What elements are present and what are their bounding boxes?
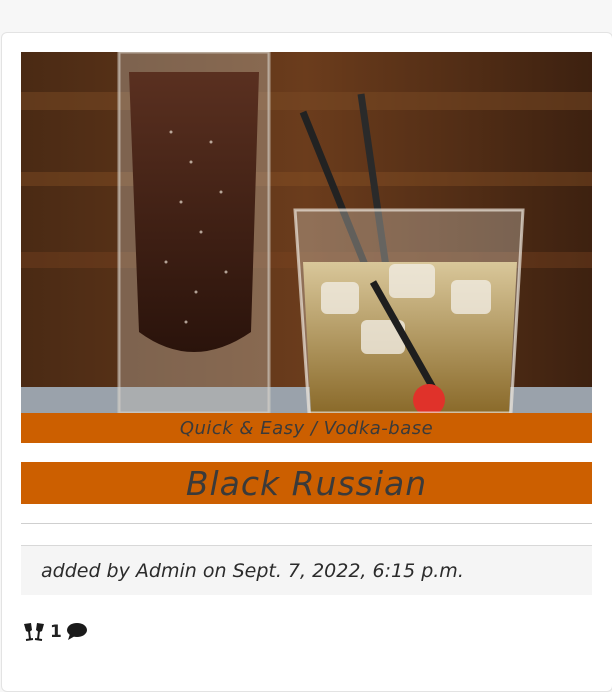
comment-icon[interactable] [66,622,88,642]
glasses-cheers-icon[interactable] [22,622,46,642]
added-by-prefix: added by [41,559,130,582]
on-word: on [202,559,227,582]
author-name: Admin [135,559,197,582]
post-date: Sept. 7, 2022, 6:15 p.m. [232,559,464,582]
recipe-stats: 1 [22,620,88,644]
recipe-meta: added by Admin on Sept. 7, 2022, 6:15 p.… [21,545,592,595]
cocktail-photo[interactable] [21,52,592,413]
likes-count: 1 [50,622,62,642]
divider [21,523,592,524]
category-label[interactable]: Quick & Easy / Vodka-base [21,413,592,443]
recipe-title: Black Russian [21,462,592,504]
